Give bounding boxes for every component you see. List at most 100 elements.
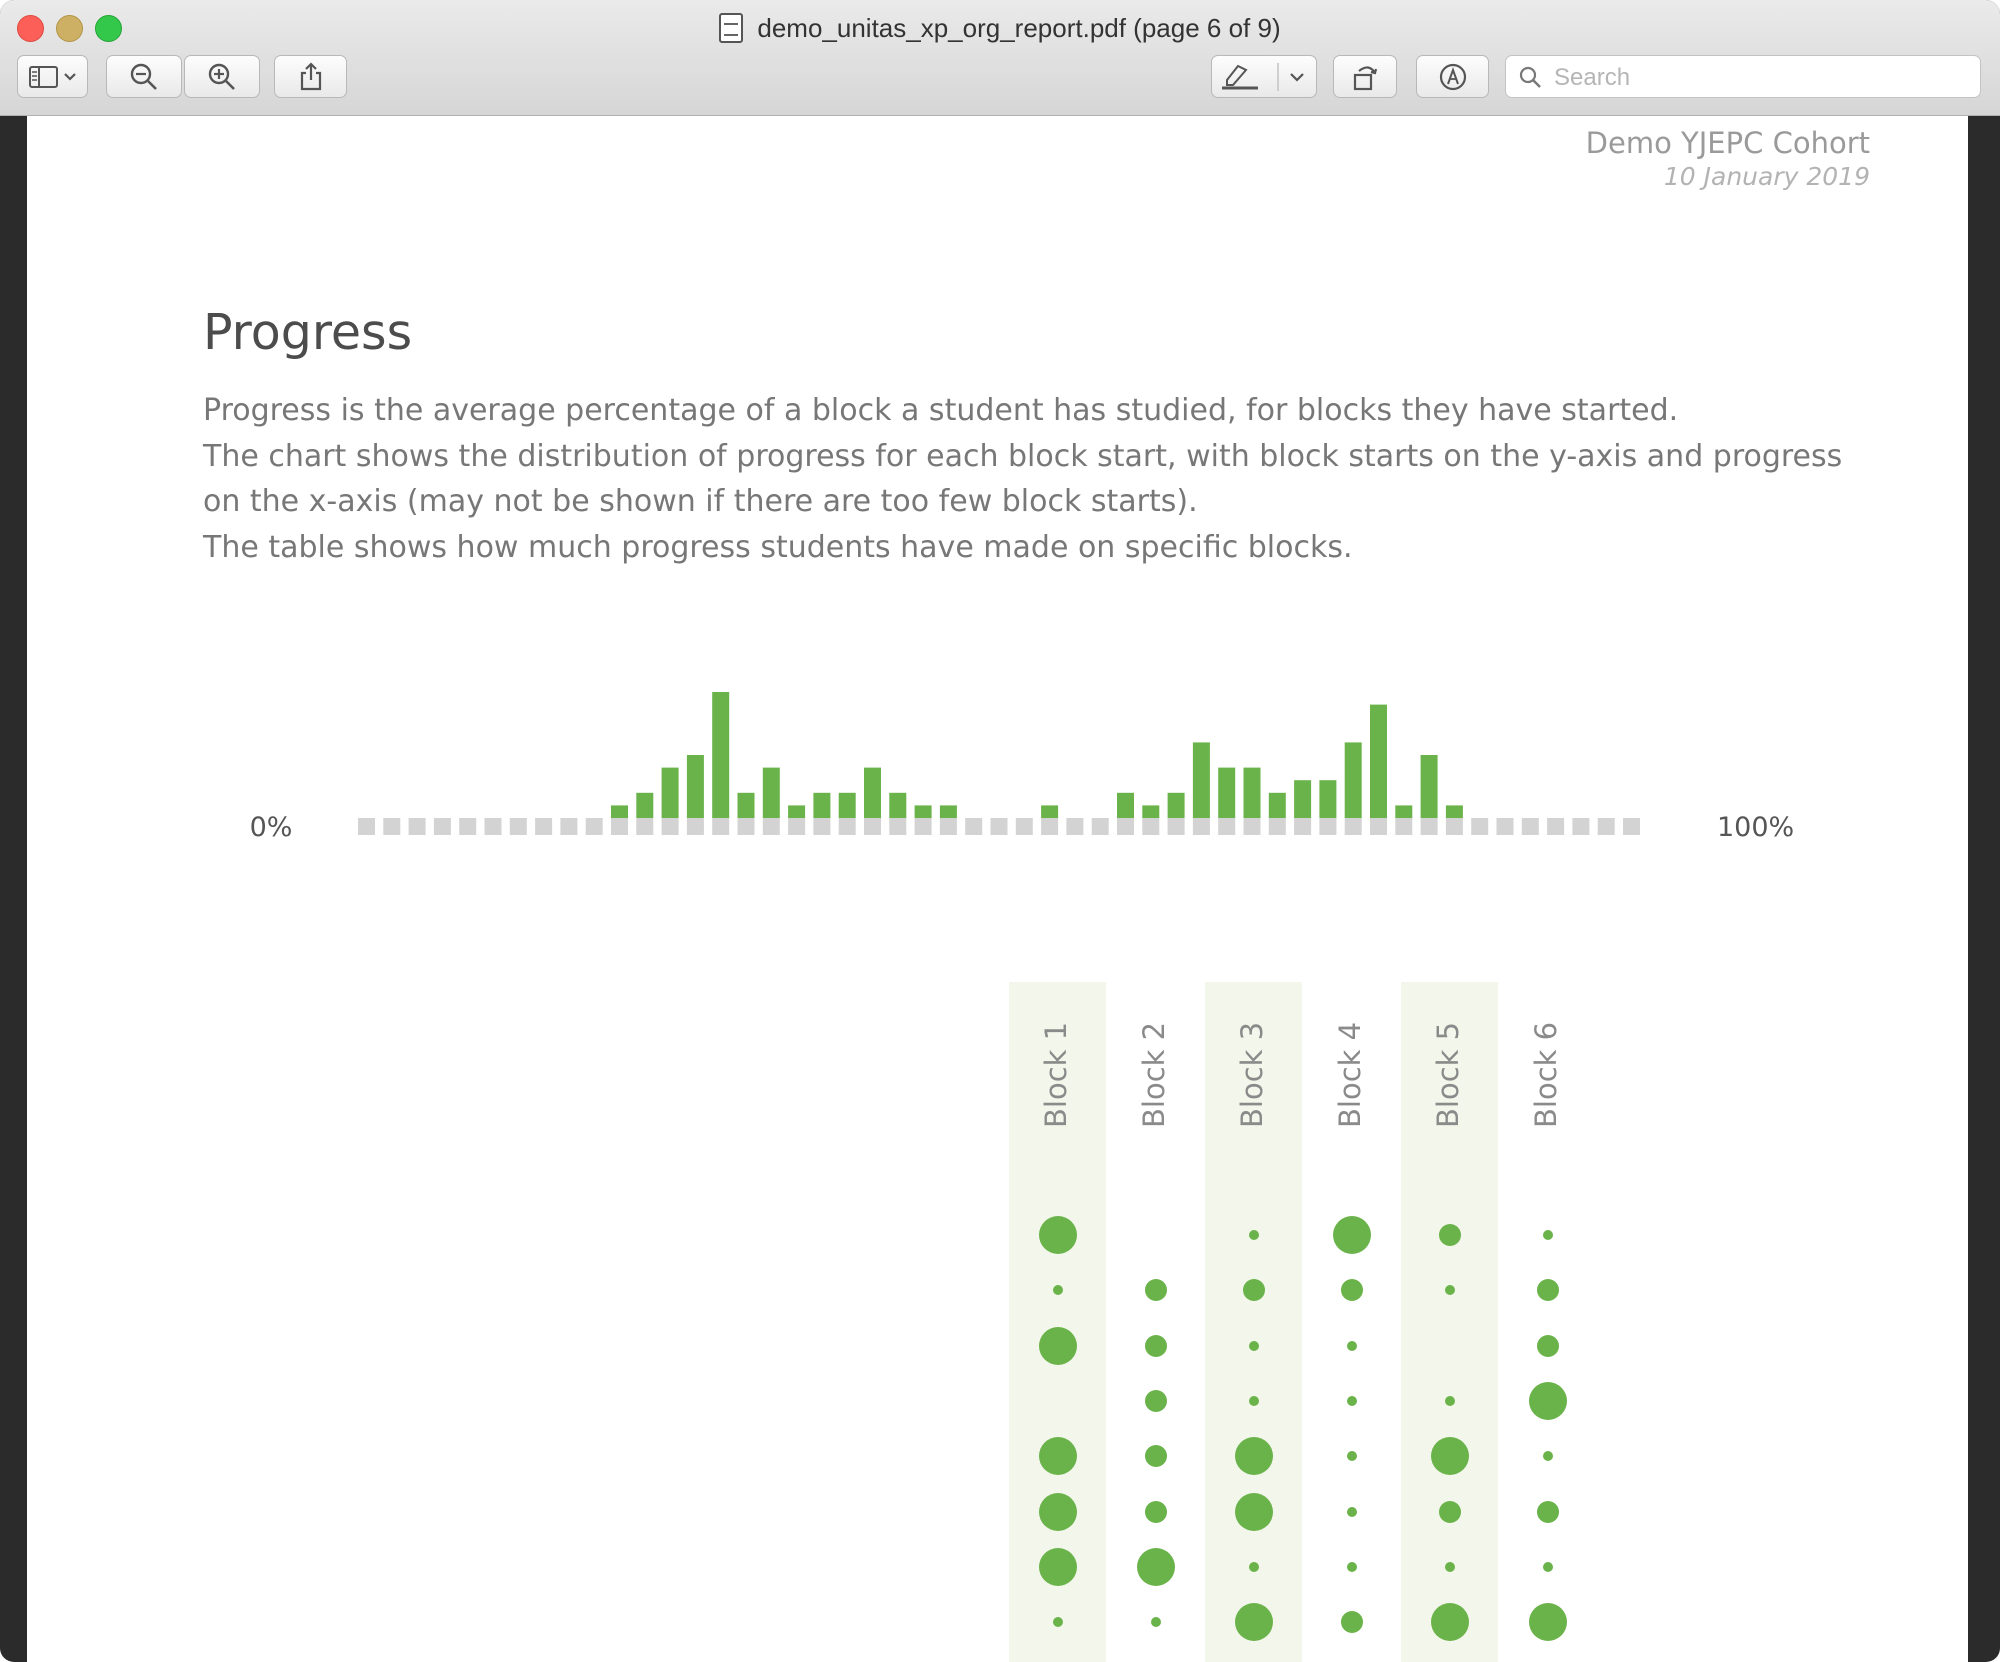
pdf-page: Demo YJEPC Cohort 10 January 2019 Progre…	[27, 116, 1968, 1662]
histogram-baseline-tick	[1117, 818, 1134, 835]
histogram-baseline-tick	[762, 818, 780, 835]
zoom-in-icon	[208, 63, 235, 90]
preview-window: demo_unitas_xp_org_report.pdf (page 6 of…	[0, 0, 2000, 1662]
progress-dot	[1438, 1224, 1461, 1246]
histogram-bar	[1167, 792, 1185, 818]
histogram-bar	[762, 767, 780, 818]
histogram-baseline-tick	[1041, 818, 1059, 835]
rotate-icon	[1353, 65, 1378, 90]
markup-button[interactable]	[1416, 55, 1489, 98]
histogram-baseline-tick	[1268, 818, 1286, 835]
progress-dot	[1444, 1561, 1455, 1572]
search-field[interactable]	[1505, 55, 1981, 99]
histogram-baseline-tick	[1597, 818, 1615, 835]
histogram-baseline-tick	[914, 818, 932, 835]
histogram-bar	[1445, 805, 1463, 818]
histogram-baseline-tick	[1547, 818, 1565, 835]
histogram-bar	[864, 767, 881, 818]
histogram-bar	[1395, 805, 1413, 818]
histogram-baseline-tick	[1420, 818, 1438, 835]
progress-dot	[1528, 1603, 1567, 1642]
progress-dot	[1542, 1561, 1553, 1572]
histogram-bar	[661, 767, 679, 818]
histogram-baseline-tick	[1471, 818, 1489, 835]
histogram-baseline-tick	[636, 818, 654, 835]
progress-dot	[1438, 1500, 1461, 1523]
histogram-baseline-tick	[560, 818, 578, 835]
progress-dot	[1430, 1603, 1469, 1642]
histogram-baseline-tick	[459, 818, 477, 835]
histogram-baseline-tick	[509, 818, 527, 835]
histogram-bar	[686, 755, 704, 818]
histogram-baseline-tick	[358, 818, 375, 835]
histogram-baseline-tick	[737, 818, 755, 835]
histogram-bar	[1218, 767, 1236, 818]
histogram-baseline-tick	[1218, 818, 1236, 835]
histogram-baseline-tick	[1395, 818, 1413, 835]
histogram-baseline-tick	[1294, 818, 1312, 835]
histogram-baseline-tick	[535, 818, 553, 835]
histogram-baseline-tick	[408, 818, 426, 835]
window-title: demo_unitas_xp_org_report.pdf (page 6 of…	[0, 8, 2000, 48]
column-header: Block 2	[1137, 1021, 1171, 1128]
histogram-baseline-tick	[1521, 818, 1539, 835]
histogram-baseline-tick	[1192, 818, 1210, 835]
histogram-bar	[914, 805, 932, 818]
progress-dot	[1542, 1451, 1553, 1462]
progress-dot	[1038, 1547, 1077, 1586]
progress-dot	[1332, 1216, 1371, 1254]
histogram-baseline-tick	[813, 818, 831, 835]
progress-dot	[1444, 1285, 1455, 1296]
histogram-bar	[838, 792, 856, 818]
histogram-baseline-tick	[1445, 818, 1463, 835]
progress-dot	[1346, 1395, 1357, 1406]
histogram-baseline-tick	[1572, 818, 1590, 835]
histogram-bar	[1117, 792, 1134, 818]
zoom-out-button[interactable]	[106, 55, 182, 98]
highlight-button[interactable]	[1211, 55, 1317, 98]
histogram-baseline-tick	[1623, 818, 1640, 835]
histogram-bar	[939, 805, 957, 818]
histogram-baseline-tick	[585, 818, 603, 835]
histogram-baseline-tick	[990, 818, 1008, 835]
histogram-baseline-tick	[1167, 818, 1185, 835]
progress-dot	[1144, 1389, 1167, 1412]
histogram-bar	[611, 805, 628, 818]
rotate-button[interactable]	[1333, 55, 1397, 98]
progress-dot	[1430, 1437, 1469, 1476]
histogram-bar	[712, 692, 730, 818]
sidebar-icon	[28, 65, 76, 88]
progress-histogram: 0% 100%	[250, 692, 1794, 843]
sidebar-toggle-button[interactable]	[17, 55, 88, 98]
histogram-bar	[1344, 742, 1362, 818]
histogram-baseline-tick	[433, 818, 451, 835]
histogram-baseline-tick	[788, 818, 806, 835]
progress-dot	[1248, 1230, 1259, 1240]
progress-dot	[1242, 1279, 1265, 1302]
zoom-in-button[interactable]	[184, 55, 260, 98]
progress-dot	[1052, 1285, 1063, 1296]
progress-dot	[1248, 1340, 1259, 1351]
progress-dot	[1248, 1395, 1259, 1406]
window-title-text: demo_unitas_xp_org_report.pdf (page 6 of…	[757, 12, 1281, 43]
histogram-baseline-tick	[838, 818, 856, 835]
search-icon	[1519, 66, 1541, 88]
progress-dot	[1234, 1603, 1273, 1642]
histogram-bar	[1243, 767, 1261, 818]
search-input[interactable]	[1552, 56, 1976, 99]
progress-dot	[1248, 1561, 1259, 1572]
progress-dot	[1528, 1381, 1567, 1420]
progress-dot	[1144, 1279, 1167, 1302]
histogram-bar	[1268, 792, 1286, 818]
progress-dot	[1038, 1437, 1077, 1476]
pdf-document-icon	[719, 13, 744, 43]
progress-dot	[1144, 1500, 1167, 1523]
histogram-bar	[1041, 805, 1059, 818]
x-axis-max-label: 100%	[1717, 812, 1794, 843]
histogram-baseline-tick	[686, 818, 704, 835]
progress-dot	[1144, 1334, 1167, 1357]
histogram-baseline-tick	[1066, 818, 1084, 835]
column-header: Block 1	[1039, 1021, 1073, 1128]
histogram-baseline-tick	[383, 818, 401, 835]
share-button[interactable]	[274, 55, 347, 98]
